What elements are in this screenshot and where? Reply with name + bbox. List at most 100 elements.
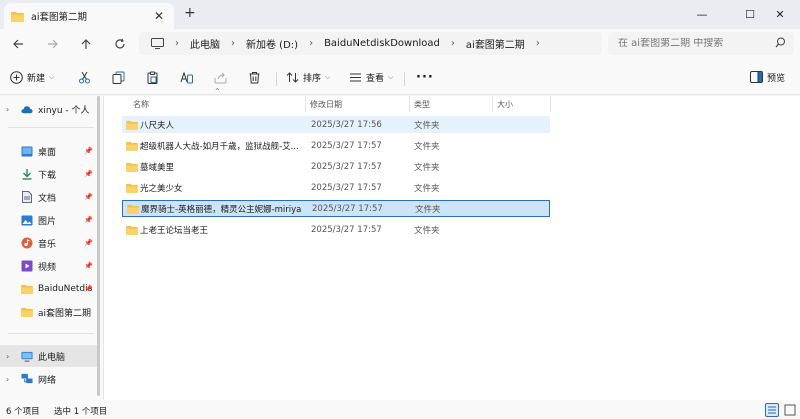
network-icon — [21, 373, 33, 385]
file-type: 文件夹 — [414, 162, 440, 173]
sidebar-item-onedrive[interactable]: › xinyu - 个人 — [0, 98, 97, 120]
column-header-date[interactable]: 修改日期 — [310, 96, 342, 112]
column-header-name[interactable]: 名称 — [133, 96, 149, 112]
sidebar-item-ai-folder[interactable]: ai套图第二期 — [0, 301, 97, 323]
table-row[interactable]: 上老王论坛当老王 2025/3/27 17:57 文件夹 — [122, 221, 550, 238]
chevron-right-icon[interactable]: › — [6, 105, 16, 114]
tiles-view-button[interactable] — [783, 403, 797, 417]
file-name: 魔界骑士-英格丽德，精灵公主妮娜-miriya — [141, 204, 302, 215]
file-name: 光之美少女 — [140, 183, 183, 194]
file-type: 文件夹 — [414, 225, 440, 236]
breadcrumb-baidunetdisk[interactable]: BaiduNetdiskDownload — [324, 38, 440, 49]
new-button[interactable]: 新建 ⌵ — [10, 67, 54, 87]
breadcrumb-drive-d[interactable]: 新加卷 (D:) — [246, 36, 298, 51]
preview-button[interactable]: 预览 — [750, 67, 785, 87]
chevron-right-icon[interactable]: › — [6, 352, 16, 361]
sidebar-item-documents[interactable]: 文档 📌 — [0, 186, 97, 208]
navigation-pane: › xinyu - 个人 桌面 📌 下载 📌 文档 📌 图片 📌 音乐 📌 视频… — [0, 96, 104, 400]
sidebar-item-label: 视频 — [38, 262, 57, 273]
column-header-size[interactable]: 大小 — [497, 96, 513, 112]
column-header-type[interactable]: 类型 — [414, 96, 430, 112]
delete-button[interactable] — [248, 67, 261, 87]
paste-button[interactable] — [146, 67, 159, 87]
table-row[interactable]: 墓域美里 2025/3/27 17:57 文件夹 — [122, 158, 550, 175]
new-tab-button[interactable]: + — [184, 5, 196, 21]
view-label: 查看 — [366, 73, 385, 84]
table-row[interactable]: 魔界骑士-英格丽德，精灵公主妮娜-miriya 2025/3/27 17:57 … — [122, 200, 550, 217]
sidebar-item-music[interactable]: 音乐 📌 — [0, 232, 97, 254]
chevron-right-icon[interactable]: › — [536, 38, 540, 49]
column-divider[interactable] — [492, 96, 493, 112]
copy-button[interactable] — [112, 67, 125, 87]
sidebar-item-label: 网络 — [38, 375, 57, 386]
document-icon — [21, 191, 33, 203]
breadcrumb-current-folder[interactable]: ai套图第二期 — [466, 36, 525, 51]
pin-icon: 📌 — [84, 170, 93, 178]
sidebar-item-downloads[interactable]: 下载 📌 — [0, 163, 97, 185]
details-view-button[interactable] — [765, 403, 779, 417]
sidebar-item-pictures[interactable]: 图片 📌 — [0, 209, 97, 231]
file-type: 文件夹 — [414, 141, 440, 152]
up-button[interactable] — [78, 36, 94, 52]
tab-close-button[interactable]: ✕ — [154, 9, 164, 23]
breadcrumb-this-pc[interactable]: 此电脑 — [190, 36, 220, 51]
file-date: 2025/3/27 17:56 — [311, 119, 382, 130]
sidebar-item-label: xinyu - 个人 — [38, 105, 90, 116]
selection-count: 选中 1 个项目 — [54, 407, 108, 417]
cut-button[interactable] — [78, 67, 91, 87]
table-row[interactable]: 八尺夫人 2025/3/27 17:56 文件夹 — [122, 116, 550, 133]
divider — [8, 333, 94, 334]
pin-icon: 📌 — [84, 262, 93, 270]
tab-current[interactable]: ai套图第二期 ✕ — [4, 3, 174, 29]
back-button[interactable] — [10, 36, 26, 52]
close-window-button[interactable]: ✕ — [758, 0, 800, 29]
file-name: 超级机器人大战-如月千歳，监狱战舰-艾... — [140, 141, 299, 152]
rename-button[interactable] — [180, 67, 193, 87]
search-input[interactable] — [618, 38, 768, 49]
sidebar-item-videos[interactable]: 视频 📌 — [0, 255, 97, 277]
file-date: 2025/3/27 17:57 — [312, 203, 383, 214]
column-divider[interactable] — [550, 96, 551, 112]
address-bar[interactable]: › 此电脑 › 新加卷 (D:) › BaiduNetdiskDownload … — [139, 32, 602, 55]
tab-title: ai套图第二期 — [31, 12, 87, 23]
command-bar: 新建 ⌵ 排序 ⌵ 查看 ⌵ ··· 预览 — [0, 59, 800, 95]
sidebar-item-label: 下载 — [38, 170, 57, 181]
navigation-bar: › 此电脑 › 新加卷 (D:) › BaiduNetdiskDownload … — [0, 29, 800, 59]
plus-circle-icon — [10, 70, 23, 84]
folder-icon — [126, 225, 138, 235]
sidebar-item-label: 音乐 — [38, 239, 57, 250]
details-view-icon — [768, 406, 776, 414]
minimize-button[interactable]: — — [680, 0, 724, 29]
column-divider[interactable] — [409, 96, 410, 112]
table-row[interactable]: 光之美少女 2025/3/27 17:57 文件夹 — [122, 179, 550, 196]
file-date: 2025/3/27 17:57 — [311, 140, 382, 151]
file-type: 文件夹 — [415, 204, 441, 215]
table-row[interactable]: 超级机器人大战-如月千歳，监狱战舰-艾... 2025/3/27 17:57 文… — [122, 137, 550, 154]
view-button[interactable]: 查看 ⌵ — [349, 67, 393, 87]
sidebar-item-this-pc[interactable]: › 此电脑 — [0, 345, 97, 367]
new-label: 新建 — [27, 73, 46, 84]
folder-icon — [126, 141, 138, 151]
preview-pane-icon — [750, 71, 763, 83]
column-divider[interactable] — [305, 96, 306, 112]
sort-button[interactable]: 排序 ⌵ — [286, 67, 330, 87]
folder-icon — [126, 183, 138, 193]
rename-icon — [180, 70, 193, 84]
file-type: 文件夹 — [414, 120, 440, 131]
sidebar-item-baidunetdisk[interactable]: BaiduNetdis 📌 — [0, 278, 97, 300]
sidebar-item-desktop[interactable]: 桌面 📌 — [0, 140, 97, 162]
pin-icon: 📌 — [84, 193, 93, 201]
chevron-right-icon: › — [309, 38, 314, 49]
chevron-right-icon[interactable]: › — [6, 375, 16, 384]
sidebar-item-network[interactable]: › 网络 — [0, 368, 97, 390]
share-button[interactable] — [214, 67, 227, 87]
forward-button[interactable] — [45, 36, 61, 52]
file-list: ⌃ 名称 修改日期 类型 大小 八尺夫人 2025/3/27 17:56 文件夹… — [104, 87, 800, 400]
more-options-button[interactable]: ··· — [416, 67, 434, 87]
search-box[interactable] — [608, 32, 794, 55]
sidebar-scrollbar[interactable] — [97, 96, 100, 396]
cloud-icon — [21, 103, 33, 115]
divider — [8, 127, 94, 128]
arrow-left-icon — [13, 39, 23, 49]
refresh-button[interactable] — [112, 36, 128, 52]
